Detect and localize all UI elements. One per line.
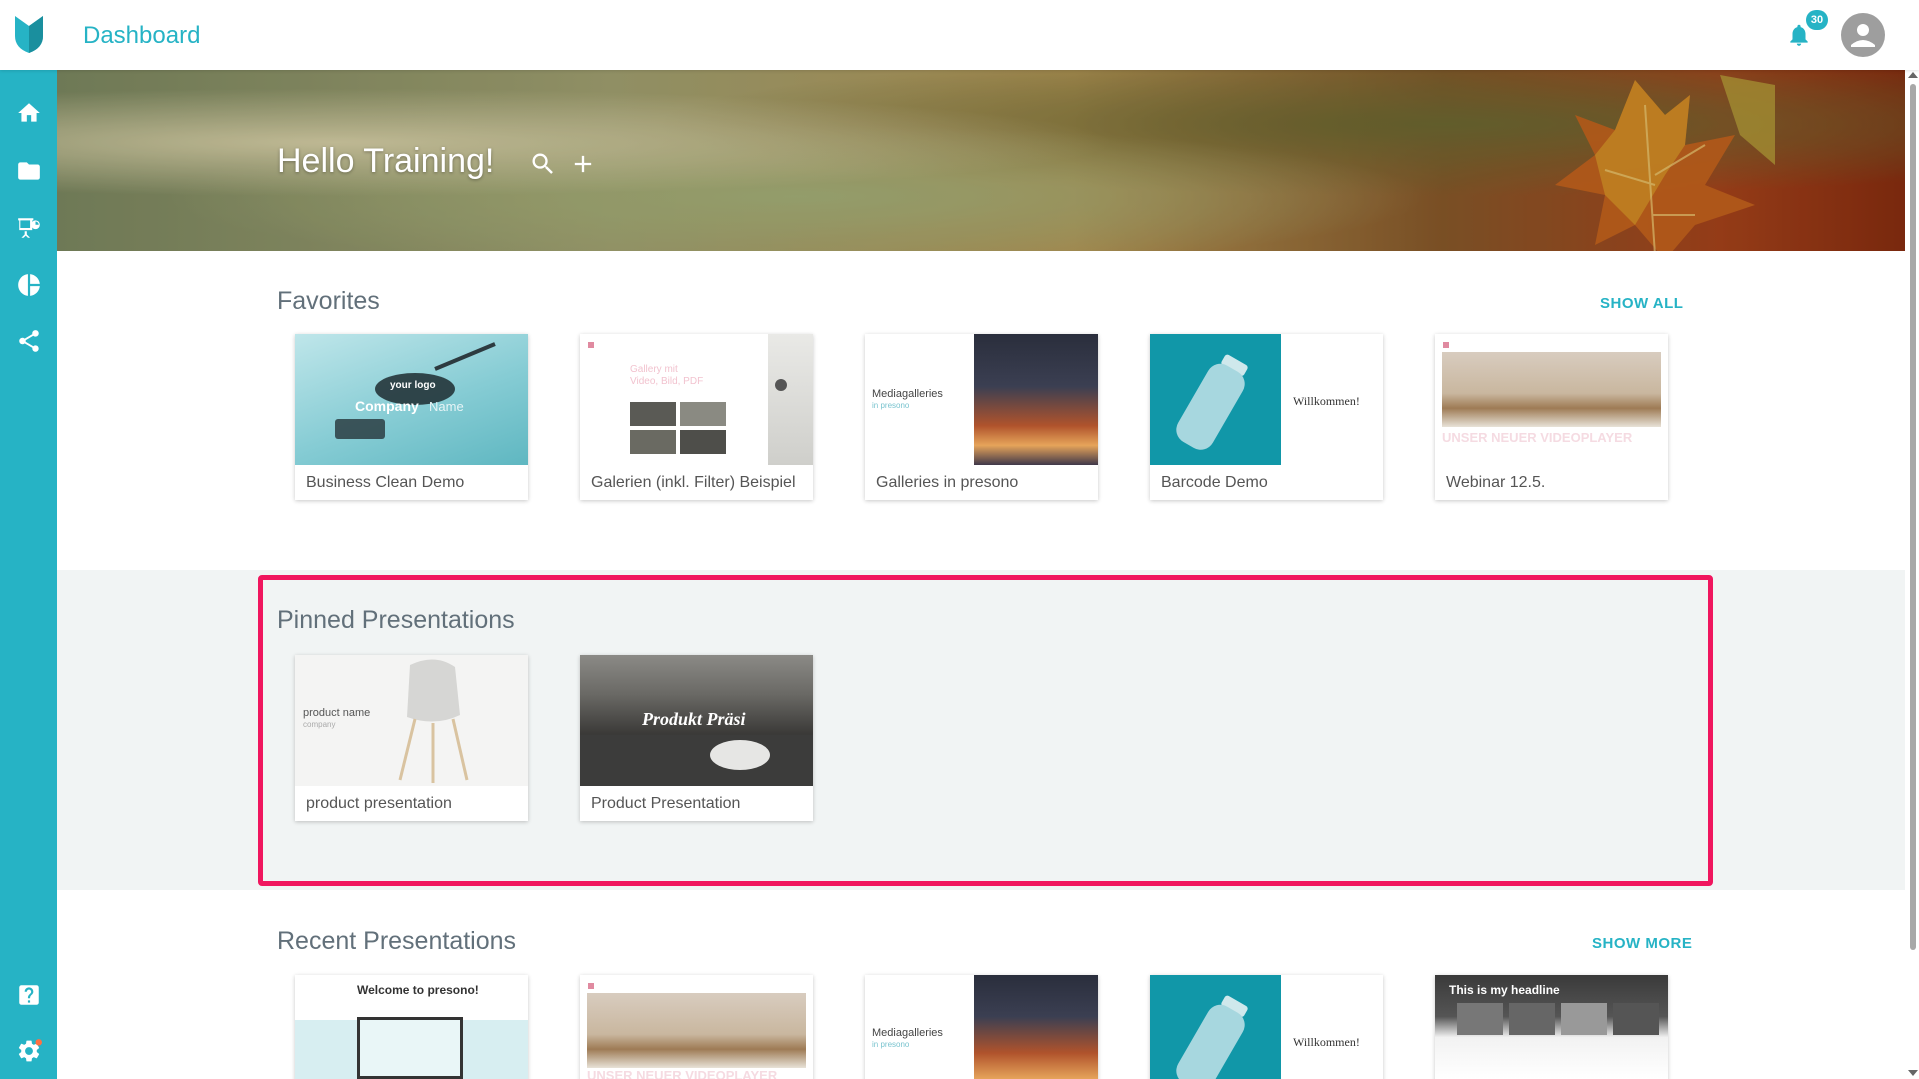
thumb-name-text: Name [429, 399, 464, 414]
card-thumbnail: UNSER NEUER VIDEOPLAYER [1435, 334, 1668, 465]
hero-greeting: Hello Training! [277, 142, 495, 180]
thumb-subtitle-text: in presono [872, 1040, 910, 1049]
bedroom-image [587, 993, 806, 1068]
bottle-image [1150, 975, 1281, 1079]
card-label: Product Presentation [591, 795, 741, 812]
sidebar-item-home[interactable] [0, 88, 57, 138]
recent-card[interactable]: UNSER NEUER VIDEOPLAYER [580, 975, 813, 1079]
favorite-card[interactable]: Gallery mit Video, Bild, PDF Galerien (i… [580, 334, 813, 500]
card-label: Business Clean Demo [306, 474, 465, 491]
thumb-title-text: Willkommen! [1293, 1035, 1360, 1049]
card-thumbnail: UNSER NEUER VIDEOPLAYER [580, 975, 813, 1079]
recent-card[interactable]: Willkommen! [1150, 975, 1383, 1079]
scroll-up-arrow-icon[interactable] [1908, 72, 1918, 78]
thumb-title-text: Willkommen! [1293, 394, 1360, 408]
sidebar-item-settings[interactable] [0, 1026, 57, 1076]
gear-icon [18, 1039, 42, 1062]
thumb-title-text: Gallery mit Video, Bild, PDF [630, 364, 704, 387]
search-icon[interactable] [529, 150, 557, 178]
show-all-link[interactable]: SHOW ALL [1600, 295, 1683, 312]
favorite-card[interactable]: Willkommen! Barcode Demo [1150, 334, 1383, 500]
thumb-title-text: Produkt Präsi [642, 709, 746, 729]
card-thumbnail: your logo Company Name [295, 334, 528, 465]
card-thumbnail: Produkt Präsi [580, 655, 813, 786]
city-street-image [974, 975, 1098, 1079]
sidebar-item-help[interactable] [0, 970, 57, 1020]
folder-icon [17, 162, 40, 180]
avatar[interactable] [1841, 13, 1885, 57]
sidebar-item-presentations[interactable] [0, 203, 57, 253]
add-icon[interactable] [569, 150, 597, 178]
thumb-title-text: This is my headline [1449, 983, 1560, 997]
card-label: Galleries in presono [876, 474, 1019, 491]
card-thumbnail: Willkommen! [1150, 975, 1383, 1079]
logo-icon[interactable] [12, 14, 46, 54]
monitor-image [357, 1017, 463, 1079]
thumb-logo-text: your logo [390, 380, 436, 391]
top-bar: Dashboard 30 [0, 0, 1919, 70]
thumb-title-text: product name [303, 707, 371, 719]
thumb-subtitle-text: company [303, 720, 336, 729]
card-thumbnail: Mediagalleries in presono [865, 334, 1098, 465]
favorite-card[interactable]: UNSER NEUER VIDEOPLAYER Webinar 12.5. [1435, 334, 1668, 500]
city-street-image [974, 334, 1098, 465]
thumb-title-text: Mediagalleries [872, 1027, 943, 1039]
user-icon [1851, 24, 1875, 47]
card-thumbnail: This is my headline [1435, 975, 1668, 1079]
thumb-title-text: Mediagalleries [872, 388, 943, 400]
scroll-down-arrow-icon[interactable] [1908, 1070, 1918, 1076]
sofa-image [580, 735, 813, 786]
hero-banner: Hello Training! [57, 70, 1905, 251]
favorite-card[interactable]: Mediagalleries in presono Galleries in p… [865, 334, 1098, 500]
thumb-title-text: Welcome to presono! [357, 983, 479, 997]
favorite-card[interactable]: your logo Company Name Business Clean De… [295, 334, 528, 500]
card-label: Barcode Demo [1161, 474, 1268, 491]
recent-card[interactable]: Mediagalleries in presono [865, 975, 1098, 1079]
sidebar [0, 70, 57, 1079]
card-thumbnail: product name company [295, 655, 528, 786]
sidebar-item-analytics[interactable] [0, 260, 57, 310]
thumb-subtitle-text: in presono [872, 401, 910, 410]
card-thumbnail: Gallery mit Video, Bild, PDF [580, 334, 813, 465]
page-title: Dashboard [83, 22, 201, 49]
notification-badge: 30 [1806, 10, 1828, 30]
recent-card[interactable]: This is my headline [1435, 975, 1668, 1079]
thumb-title-text: UNSER NEUER VIDEOPLAYER [587, 1068, 778, 1079]
home-icon [17, 103, 40, 122]
sidebar-item-files[interactable] [0, 146, 57, 196]
card-label: Galerien (inkl. Filter) Beispiel [591, 474, 796, 491]
recent-title: Recent Presentations [277, 927, 517, 955]
pinned-card[interactable]: product name company product presentatio… [295, 655, 528, 821]
sidebar-item-share[interactable] [0, 316, 57, 366]
share-icon [18, 330, 39, 352]
show-more-link[interactable]: SHOW MORE [1592, 935, 1692, 952]
bedroom-image [1442, 352, 1661, 427]
card-label: product presentation [306, 795, 452, 812]
card-thumbnail: Mediagalleries in presono [865, 975, 1098, 1079]
scrollbar-thumb[interactable] [1910, 84, 1916, 950]
pinned-card[interactable]: Produkt Präsi Product Presentation [580, 655, 813, 821]
recent-card[interactable]: Welcome to presono! [295, 975, 528, 1079]
card-thumbnail: Willkommen! [1150, 334, 1383, 465]
card-label: Webinar 12.5. [1446, 474, 1546, 491]
favorites-title: Favorites [277, 287, 380, 315]
pinned-title: Pinned Presentations [277, 606, 515, 634]
presentation-icon [17, 218, 40, 238]
card-thumbnail: Welcome to presono! [295, 975, 528, 1079]
thumb-company-text: Company [355, 398, 419, 414]
pie-chart-icon [17, 274, 40, 296]
help-icon [18, 985, 39, 1005]
bottle-image [1150, 334, 1281, 465]
thumb-title-text: UNSER NEUER VIDEOPLAYER [1442, 430, 1633, 445]
